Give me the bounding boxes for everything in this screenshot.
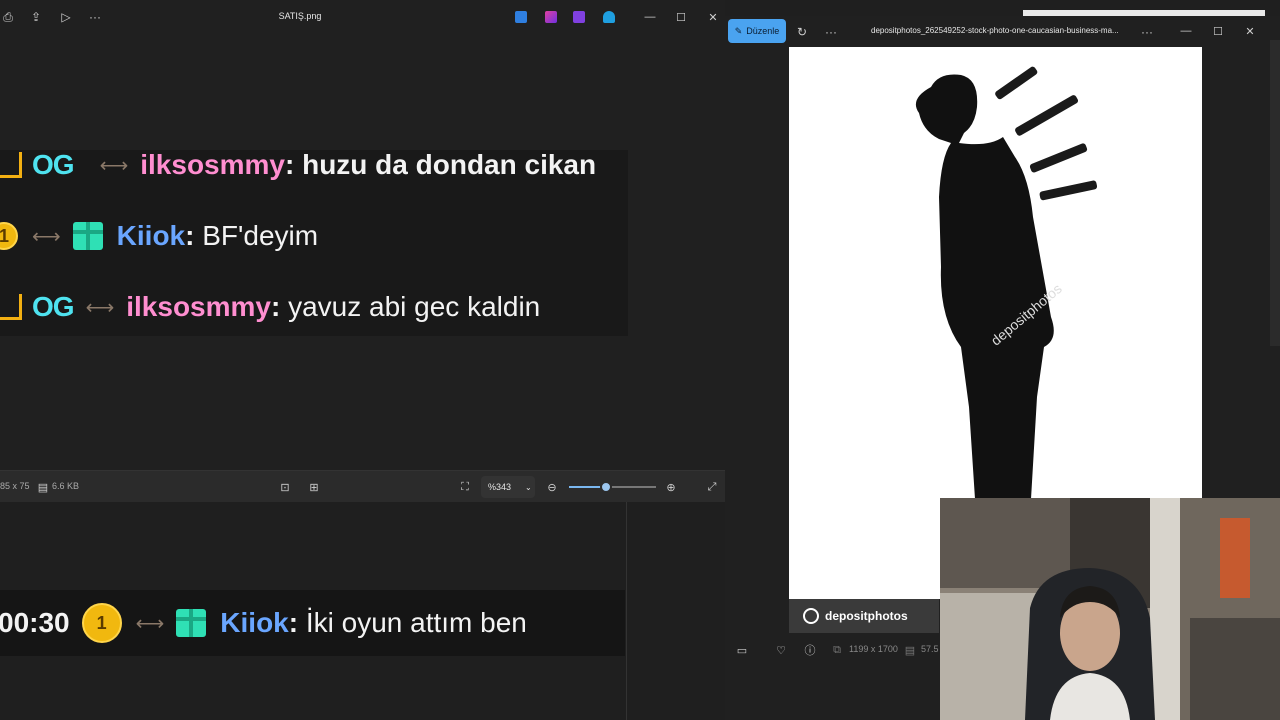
paint-app-icon[interactable]: [545, 11, 557, 23]
file-size: 6.6 KB: [52, 481, 80, 491]
zoom-slider-thumb[interactable]: [600, 481, 613, 493]
chat-message: İki oyun attım ben: [305, 607, 527, 638]
window-title: depositphotos_262549252-stock-photo-one-…: [871, 26, 1119, 35]
watermark-label: depositphotos: [825, 609, 908, 623]
dumbbell-icon: ⟷: [32, 225, 61, 248]
chat-line: 1 ⟷ Kiiok : BF'deyim: [0, 213, 318, 259]
zoom-out-icon[interactable]: ⊖: [545, 480, 559, 494]
chat-username: ilksosmmy: [126, 291, 271, 322]
minimize-button[interactable]: —: [1176, 22, 1196, 40]
dumbbell-icon: ⟷: [135, 612, 165, 635]
photos-window-left: ⎙ ⇪ ▷ ··· SATIŞ.png — ☐ ✕ OG ⟷ ilksosmmy…: [0, 0, 725, 720]
scrollbar[interactable]: [1270, 40, 1280, 346]
fit-to-window-icon[interactable]: ⛶: [458, 480, 472, 494]
onedrive-app-icon[interactable]: [603, 11, 615, 23]
chat-username: ilksosmmy: [140, 150, 285, 180]
og-badge: OG: [32, 291, 75, 322]
file-size: 57.5: [921, 644, 939, 654]
gift-icon: [176, 609, 207, 637]
crown-icon: [0, 294, 22, 320]
watermark-logo: depositphotos: [789, 599, 939, 633]
image-dimensions: 1199 x 1700: [849, 644, 898, 654]
zoom-slider[interactable]: [569, 481, 656, 493]
maximize-button[interactable]: ☐: [671, 8, 691, 26]
gift-icon: [72, 222, 103, 250]
dumbbell-icon: ⟷: [85, 296, 115, 319]
info-icon[interactable]: ⓘ: [803, 643, 817, 657]
webcam-overlay: [940, 498, 1280, 720]
chat-image: OG ⟷ ilksosmmy : huzu da dondan cikan 1 …: [0, 150, 628, 336]
image-dimensions: 85 x 75: [0, 481, 30, 491]
clipchamp-app-icon[interactable]: [573, 11, 585, 23]
zoom-in-icon[interactable]: ⊕: [664, 480, 678, 494]
depositphotos-logo-icon: [803, 608, 819, 624]
divider: [626, 502, 627, 720]
favorite-icon[interactable]: ♡: [774, 643, 788, 657]
close-button[interactable]: ✕: [1240, 22, 1260, 40]
chat-message: yavuz abi gec kaldin: [288, 291, 541, 322]
maximize-button[interactable]: ☐: [1208, 22, 1228, 40]
edit-icon: ✎: [734, 25, 743, 36]
coin-icon: 1: [81, 603, 122, 643]
chat-message: huzu da dondan cikan: [302, 150, 597, 180]
coin-icon: 1: [0, 222, 18, 250]
minimize-button[interactable]: —: [640, 8, 660, 26]
zoom-dropdown[interactable]: %343 ⌄: [481, 476, 535, 498]
editor-app-icon[interactable]: [515, 11, 527, 23]
chat-overlay-bottom: 00:30 1 ⟷ Kiiok : İki oyun attım ben: [0, 590, 625, 656]
zoom-value: %343: [488, 482, 512, 492]
fullscreen-icon[interactable]: ⤢: [705, 480, 719, 494]
rotate-icon[interactable]: ↻: [794, 24, 810, 40]
filmstrip-icon[interactable]: ▭: [735, 643, 749, 657]
save-icon: ▤: [37, 481, 49, 494]
webcam-feed: [940, 498, 1280, 720]
more-options-icon[interactable]: ···: [823, 24, 839, 40]
crown-icon: [0, 152, 22, 178]
chat-username: Kiiok: [116, 220, 186, 251]
edit-label: Düzenle: [746, 26, 780, 36]
dumbbell-icon: ⟷: [99, 154, 129, 177]
actual-size-icon[interactable]: ⊡: [278, 480, 292, 494]
chat-line: OG ⟷ ilksosmmy : huzu da dondan cikan: [0, 150, 596, 188]
chat-timestamp: 00:30: [0, 607, 70, 638]
chat-line: OG ⟷ ilksosmmy : yavuz abi gec kaldin: [0, 284, 540, 330]
chat-message: BF'deyim: [202, 220, 319, 251]
save-icon: ▤: [904, 644, 916, 657]
visual-search-icon[interactable]: ⊞: [307, 480, 321, 494]
edit-button[interactable]: ✎ Düzenle: [728, 19, 786, 43]
chevron-down-icon: ⌄: [525, 482, 532, 492]
close-button[interactable]: ✕: [703, 8, 723, 26]
chat-username: Kiiok: [220, 607, 289, 638]
dimensions-icon: ⧉: [833, 643, 841, 656]
og-badge: OG: [32, 150, 75, 180]
title-bar: ⎙ ⇪ ▷ ··· SATIŞ.png — ☐ ✕: [0, 0, 725, 34]
window-title: SATIŞ.png: [278, 11, 322, 21]
status-bar: 85 x 75 ▤ 6.6 KB ⊡ ⊞ ⛶ %343 ⌄ ⊖ ⊕ ⤢: [0, 470, 725, 503]
more-options-icon[interactable]: ···: [1139, 24, 1155, 40]
